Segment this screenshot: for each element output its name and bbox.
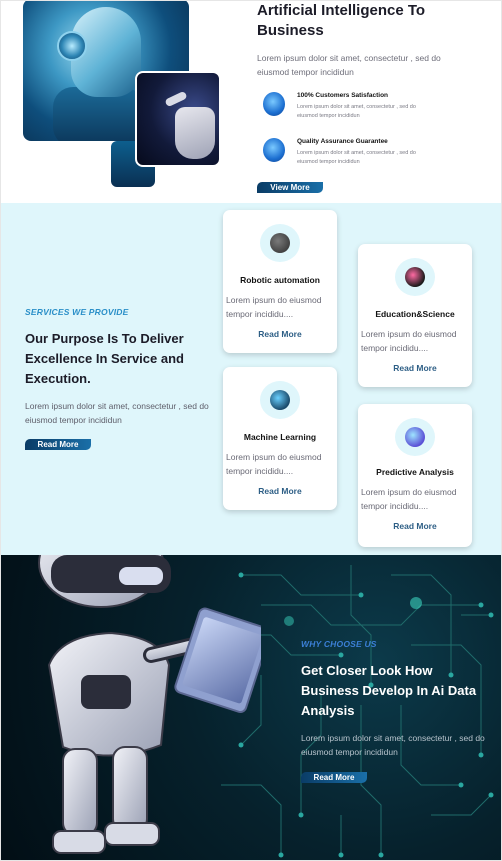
services-read-more-button[interactable]: Read More	[25, 439, 91, 450]
card-title: Machine Learning	[243, 432, 317, 442]
feature-customer-satisfaction: 100% Customers Satisfaction Lorem ipsum …	[263, 92, 463, 122]
service-card-predictive-analysis: Predictive Analysis Lorem ipsum do eiusm…	[358, 404, 472, 547]
why-read-more-button[interactable]: Read More	[301, 772, 367, 783]
card-title: Robotic automation	[240, 275, 320, 285]
view-more-button[interactable]: View More	[257, 182, 323, 193]
why-title: Get Closer Look How Business Develop In …	[301, 663, 477, 718]
card-read-more-link[interactable]: Read More	[358, 521, 472, 531]
services-title: Our Purpose Is To Deliver Excellence In …	[25, 331, 184, 386]
gear-hand-icon	[395, 418, 435, 456]
service-card-robotic-automation: Robotic automation Lorem ipsum do eiusmo…	[223, 210, 337, 353]
services-section: SERVICES WE PROVIDE Our Purpose Is To De…	[1, 203, 501, 555]
why-choose-us-section: WHY CHOOSE US Get Closer Look How Busine…	[1, 555, 501, 860]
card-read-more-link[interactable]: Read More	[223, 486, 337, 496]
card-title: Education&Science	[375, 309, 455, 319]
card-text: Lorem ipsum do eiusmod tempor incididu..…	[361, 329, 457, 353]
robot-bust-icon	[263, 138, 285, 162]
feature-title: 100% Customers Satisfaction	[297, 92, 389, 99]
why-description: Lorem ipsum dolor sit amet, consectetur …	[301, 733, 485, 757]
card-text: Lorem ipsum do eiusmod tempor incididu..…	[361, 487, 457, 511]
feature-quality-assurance: Quality Assurance Guarantee Lorem ipsum …	[263, 138, 463, 168]
robot-arm-icon	[395, 258, 435, 296]
card-read-more-link[interactable]: Read More	[223, 329, 337, 339]
robot-head-icon	[260, 381, 300, 419]
hero-section: Artificial Intelligence To Business Lore…	[1, 1, 501, 203]
services-description: Lorem ipsum dolor sit amet, consectetur …	[25, 401, 209, 425]
service-card-education-science: Education&Science Lorem ipsum do eiusmod…	[358, 244, 472, 387]
card-title: Predictive Analysis	[376, 467, 454, 477]
why-choose-us-tag: WHY CHOOSE US	[301, 639, 377, 649]
hero-title: Artificial Intelligence To Business	[257, 2, 426, 39]
feature-text: Lorem ipsum dolor sit amet, consectetur …	[297, 104, 416, 119]
services-tag: SERVICES WE PROVIDE	[25, 307, 129, 317]
robot-hand-image	[135, 71, 221, 167]
hero-description: Lorem ipsum dolor sit amet, consectetur …	[257, 53, 441, 77]
page: Artificial Intelligence To Business Lore…	[0, 0, 502, 861]
card-text: Lorem ipsum do eiusmod tempor incididu..…	[226, 452, 322, 476]
robot-face-icon	[263, 92, 285, 116]
card-read-more-link[interactable]: Read More	[358, 363, 472, 373]
feature-title: Quality Assurance Guarantee	[297, 138, 388, 145]
feature-text: Lorem ipsum dolor sit amet, consectetur …	[297, 150, 416, 165]
brain-icon	[260, 224, 300, 262]
service-card-machine-learning: Machine Learning Lorem ipsum do eiusmod …	[223, 367, 337, 510]
robot-holding-tablet-image	[38, 555, 261, 854]
card-text: Lorem ipsum do eiusmod tempor incididu..…	[226, 295, 322, 319]
